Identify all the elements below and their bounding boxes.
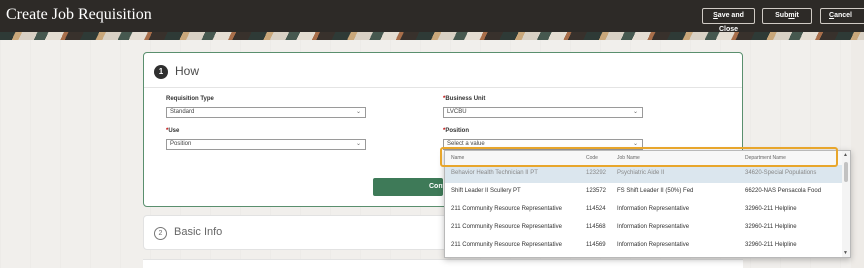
position-department: 34620-Special Populations <box>745 170 817 176</box>
cancel-label: ancel <box>834 12 852 19</box>
step-number-badge: 1 <box>154 65 168 79</box>
save-and-close-button[interactable]: Save and Close <box>702 8 755 33</box>
column-header-department-name: Department Name <box>745 155 786 161</box>
section-title-basic-info: Basic Info <box>174 226 223 238</box>
section-title-how: How <box>175 64 200 78</box>
column-header-code: Code <box>586 155 598 161</box>
position-code: 114569 <box>586 242 606 248</box>
position-department: 32960-211 Helpline <box>745 242 797 248</box>
submit-label-post: it <box>794 12 799 19</box>
save-close-label: ave and Close <box>717 12 744 33</box>
list-item[interactable]: 211 Community Resource Representative 11… <box>445 219 843 237</box>
scroll-up-icon[interactable]: ▲ <box>843 152 848 158</box>
chevron-down-icon: ⌄ <box>355 141 361 147</box>
position-name: Behavior Health Technician II PT <box>451 170 538 176</box>
position-job-name: Information Representative <box>617 206 690 212</box>
position-name: 211 Community Resource Representative <box>451 224 562 230</box>
use-label-text: Use <box>168 128 180 134</box>
list-item[interactable]: 211 Community Resource Representative 11… <box>445 201 843 219</box>
position-department: 32960-211 Helpline <box>745 224 797 230</box>
app-header: Create Job Requisition Save and Close Su… <box>0 0 864 33</box>
requisition-type-value: Standard <box>170 109 195 115</box>
position-dropdown-list[interactable]: Name Code Job Name Department Name Behav… <box>444 150 851 258</box>
position-name: 211 Community Resource Representative <box>451 242 562 248</box>
use-select[interactable]: Position ⌄ <box>166 139 366 150</box>
position-name: 211 Community Resource Representative <box>451 206 562 212</box>
continue-button[interactable]: Continue <box>373 178 443 196</box>
requisition-type-select[interactable]: Standard ⌄ <box>166 107 366 118</box>
position-department: 66220-NAS Pensacola Food <box>745 188 822 194</box>
position-job-name: Psychiatric Aide II <box>617 170 665 176</box>
position-code: 114524 <box>586 206 606 212</box>
next-section-card <box>143 259 743 268</box>
submit-button[interactable]: Submit <box>762 8 812 24</box>
page-edge <box>851 40 864 268</box>
submit-label-pre: Sub <box>775 12 789 19</box>
list-header: Name Code Job Name Department Name <box>445 151 843 165</box>
chevron-down-icon: ⌄ <box>355 109 361 115</box>
chevron-down-icon: ⌄ <box>632 109 638 115</box>
decorative-banner <box>0 32 864 40</box>
position-code: 114568 <box>586 224 606 230</box>
position-job-name: Information Representative <box>617 224 690 230</box>
business-unit-label: *Business Unit <box>443 96 485 102</box>
column-header-name: Name <box>451 155 465 161</box>
position-name: Shift Leader II Scullery PT <box>451 188 521 194</box>
business-unit-value: LVCBU <box>447 109 467 115</box>
use-value: Position <box>170 141 192 147</box>
list-item[interactable]: 211 Community Resource Representative 11… <box>445 237 843 255</box>
position-placeholder: Select a value <box>447 141 485 147</box>
position-label-text: Position <box>445 128 470 134</box>
scroll-down-icon[interactable]: ▼ <box>843 250 848 256</box>
position-label: *Position <box>443 128 469 134</box>
position-select[interactable]: Select a value ⌄ <box>443 139 643 150</box>
position-code: 123572 <box>586 188 607 194</box>
list-item[interactable]: Behavior Health Technician II PT 123292 … <box>445 165 843 183</box>
position-department: 32960-211 Helpline <box>745 206 797 212</box>
business-unit-select[interactable]: LVCBU ⌄ <box>443 107 643 118</box>
position-job-name: Information Representative <box>617 242 690 248</box>
requisition-type-label: Requisition Type <box>166 96 214 102</box>
position-code: 123292 <box>586 170 607 176</box>
chevron-down-icon: ⌄ <box>632 141 638 147</box>
list-scrollbar[interactable]: ▲ ▼ <box>842 151 850 257</box>
column-header-job-name: Job Name <box>617 155 640 161</box>
scroll-thumb[interactable] <box>844 162 848 182</box>
list-item[interactable]: Shift Leader II Scullery PT 123572 FS Sh… <box>445 183 843 201</box>
position-job-name: FS Shift Leader II (50%) Fed <box>617 188 694 194</box>
use-label: *Use <box>166 128 179 134</box>
page-title: Create Job Requisition <box>6 6 152 23</box>
step-number-badge: 2 <box>154 227 167 240</box>
section-divider <box>144 87 742 88</box>
cancel-button[interactable]: Cancel <box>820 8 864 24</box>
business-unit-label-text: Business Unit <box>445 96 486 102</box>
